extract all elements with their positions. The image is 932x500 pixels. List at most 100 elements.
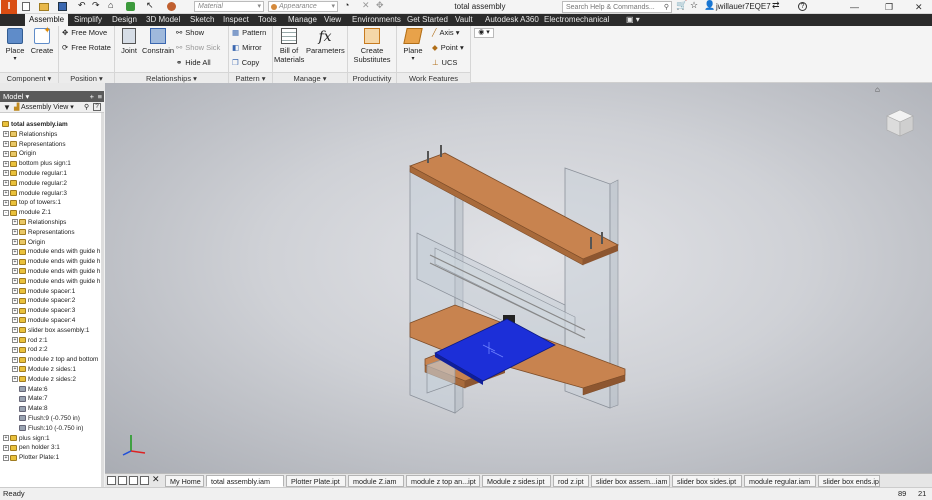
exchange-icon[interactable]: ⇄ bbox=[772, 0, 780, 11]
pattern-button[interactable]: ▦ Pattern bbox=[232, 28, 266, 38]
expand-icon[interactable]: + bbox=[3, 180, 9, 187]
tab-inspect[interactable]: Inspect bbox=[219, 14, 253, 26]
tree-constraint-item[interactable]: Mate:7 bbox=[0, 394, 101, 404]
tree-constraint-item[interactable]: Mate:8 bbox=[0, 404, 101, 414]
tree-constraint-item[interactable]: Flush:9 (-0.750 in) bbox=[0, 414, 101, 424]
expand-icon[interactable]: + bbox=[12, 268, 18, 275]
home-icon[interactable]: ⌂ bbox=[108, 0, 113, 10]
undo-icon[interactable]: ↶ bbox=[78, 0, 86, 11]
doc-tab[interactable]: total assembly.iam bbox=[206, 475, 284, 487]
select-icon[interactable]: ↖ bbox=[146, 0, 154, 11]
close-all-icon[interactable]: ✕ bbox=[152, 474, 160, 485]
panel-relationships[interactable]: Relationships ▾ bbox=[115, 72, 228, 83]
tab-vault[interactable]: Vault bbox=[451, 14, 477, 26]
doc-tab[interactable]: slider box sides.ipt bbox=[672, 475, 742, 487]
find-icon[interactable]: ⚲ bbox=[84, 102, 89, 113]
tab-autodesk-a360[interactable]: Autodesk A360 bbox=[481, 14, 543, 26]
expand-icon[interactable]: + bbox=[3, 150, 9, 157]
tree-item[interactable]: + Module z sides:2 bbox=[0, 375, 101, 385]
user-icon[interactable]: 👤 bbox=[704, 0, 715, 11]
expand-icon[interactable]: + bbox=[12, 356, 18, 363]
tab-electromechanical[interactable]: Electromechanical bbox=[540, 14, 613, 26]
parameters-button[interactable]: fx Parameters bbox=[306, 28, 345, 55]
model-browser-header[interactable]: Model ▾ + ≡ bbox=[0, 91, 104, 102]
app-logo-button[interactable]: I bbox=[1, 0, 17, 14]
mirror-button[interactable]: ◧ Mirror bbox=[232, 43, 262, 53]
minimize-icon[interactable]: — bbox=[850, 2, 859, 12]
doc-tab[interactable]: slider box assem...iam bbox=[591, 475, 670, 487]
new-icon[interactable] bbox=[22, 2, 30, 11]
expand-icon[interactable]: + bbox=[3, 444, 9, 451]
update-icon[interactable] bbox=[126, 2, 135, 11]
open-icon[interactable] bbox=[39, 3, 49, 11]
tab-get-started[interactable]: Get Started bbox=[403, 14, 452, 26]
tree-item[interactable]: + Module z sides:1 bbox=[0, 365, 101, 375]
help-button[interactable]: ? bbox=[798, 2, 807, 11]
place-button[interactable]: Place ▾ bbox=[4, 28, 26, 64]
doc-tab[interactable]: slider box ends.ipt bbox=[818, 475, 880, 487]
expand-icon[interactable]: + bbox=[3, 454, 9, 461]
tab-design[interactable]: Design bbox=[108, 14, 141, 26]
panel-pattern[interactable]: Pattern ▾ bbox=[229, 72, 272, 83]
search-input[interactable]: Search Help & Commands... ⚲ bbox=[562, 1, 672, 13]
maximize-icon[interactable]: ❐ bbox=[885, 2, 893, 13]
tree-item[interactable]: + rod z:2 bbox=[0, 345, 101, 355]
tile-windows-icon[interactable] bbox=[107, 476, 116, 485]
tree-item[interactable]: + module spacer:4 bbox=[0, 316, 101, 326]
constrain-button[interactable]: Constrain bbox=[142, 28, 174, 55]
star-icon[interactable]: ☆ bbox=[690, 0, 698, 11]
appearance-dropdown[interactable]: Appearance ▾ bbox=[268, 1, 338, 12]
ribbon-toggle-icon[interactable]: ▣ ▾ bbox=[622, 14, 644, 26]
doc-tab[interactable]: Plotter Plate.ipt bbox=[286, 475, 346, 487]
tab-3d-model[interactable]: 3D Model bbox=[142, 14, 184, 26]
expand-icon[interactable]: + bbox=[12, 287, 18, 294]
expand-icon[interactable]: + bbox=[12, 376, 18, 383]
tab-view[interactable]: View bbox=[320, 14, 345, 26]
tab-tools[interactable]: Tools bbox=[254, 14, 281, 26]
tree-item[interactable]: - module Z:1 bbox=[0, 208, 101, 218]
add-panel-icon[interactable]: + bbox=[90, 91, 94, 102]
tree-item[interactable]: + module z top and bottom bbox=[0, 355, 101, 365]
adjust-icon[interactable]: ◔ bbox=[344, 0, 349, 10]
home-view-icon[interactable]: ⌂ bbox=[875, 85, 880, 94]
doc-tab[interactable]: Module z sides.ipt bbox=[482, 475, 551, 487]
tree-item[interactable]: + pen holder 3:1 bbox=[0, 443, 101, 453]
tree-item[interactable]: total assembly.iam bbox=[0, 120, 101, 130]
panel-position[interactable]: Position ▾ bbox=[59, 72, 114, 83]
tree-item[interactable]: + module spacer:2 bbox=[0, 296, 101, 306]
expand-icon[interactable]: + bbox=[12, 229, 18, 236]
show-button[interactable]: ⚯ Show bbox=[176, 28, 204, 38]
ucs-button[interactable]: ⊥ UCS bbox=[432, 58, 457, 68]
panel-component[interactable]: Component ▾ bbox=[0, 72, 58, 83]
username-label[interactable]: jwillauer7EQE7 bbox=[716, 2, 771, 11]
axis-button[interactable]: ╱ Axis ▾ bbox=[432, 28, 460, 38]
windows-menu-icon[interactable] bbox=[140, 476, 149, 485]
expand-icon[interactable]: + bbox=[3, 170, 9, 177]
free-move-button[interactable]: ✥ Free Move bbox=[62, 28, 107, 38]
create-substitutes-button[interactable]: Create Substitutes bbox=[350, 28, 394, 64]
create-button[interactable]: ✦ Create bbox=[30, 26, 54, 56]
expand-icon[interactable]: + bbox=[12, 346, 18, 353]
expand-icon[interactable]: + bbox=[3, 160, 9, 167]
doc-tab[interactable]: module regular.iam bbox=[744, 475, 816, 487]
tree-item[interactable]: + slider box assembly:1 bbox=[0, 326, 101, 336]
tree-constraint-item[interactable]: Mate:6 bbox=[0, 385, 101, 395]
doc-tab[interactable]: rod z.ipt bbox=[553, 475, 589, 487]
tree-item[interactable]: + module ends with guide h bbox=[0, 247, 101, 257]
viewcube[interactable] bbox=[885, 108, 915, 138]
expand-icon[interactable]: + bbox=[3, 189, 9, 196]
expand-icon[interactable]: + bbox=[12, 238, 18, 245]
tree-item[interactable]: + Relationships bbox=[0, 218, 101, 228]
tree-item[interactable]: + module ends with guide h bbox=[0, 267, 101, 277]
move-icon[interactable]: ✥ bbox=[376, 0, 384, 11]
expand-icon[interactable]: + bbox=[3, 434, 9, 441]
tree-item[interactable]: + module regular:3 bbox=[0, 189, 101, 199]
tree-item[interactable]: + module ends with guide h bbox=[0, 277, 101, 287]
tree-item[interactable]: + module ends with guide h bbox=[0, 257, 101, 267]
clear-icon[interactable]: ✕ bbox=[362, 0, 370, 11]
tree-item[interactable]: + Origin bbox=[0, 238, 101, 248]
expand-icon[interactable]: + bbox=[12, 366, 18, 373]
panel-manage[interactable]: Manage ▾ bbox=[273, 72, 347, 83]
save-icon[interactable] bbox=[58, 2, 67, 11]
cart-icon[interactable]: 🛒 bbox=[676, 0, 687, 11]
